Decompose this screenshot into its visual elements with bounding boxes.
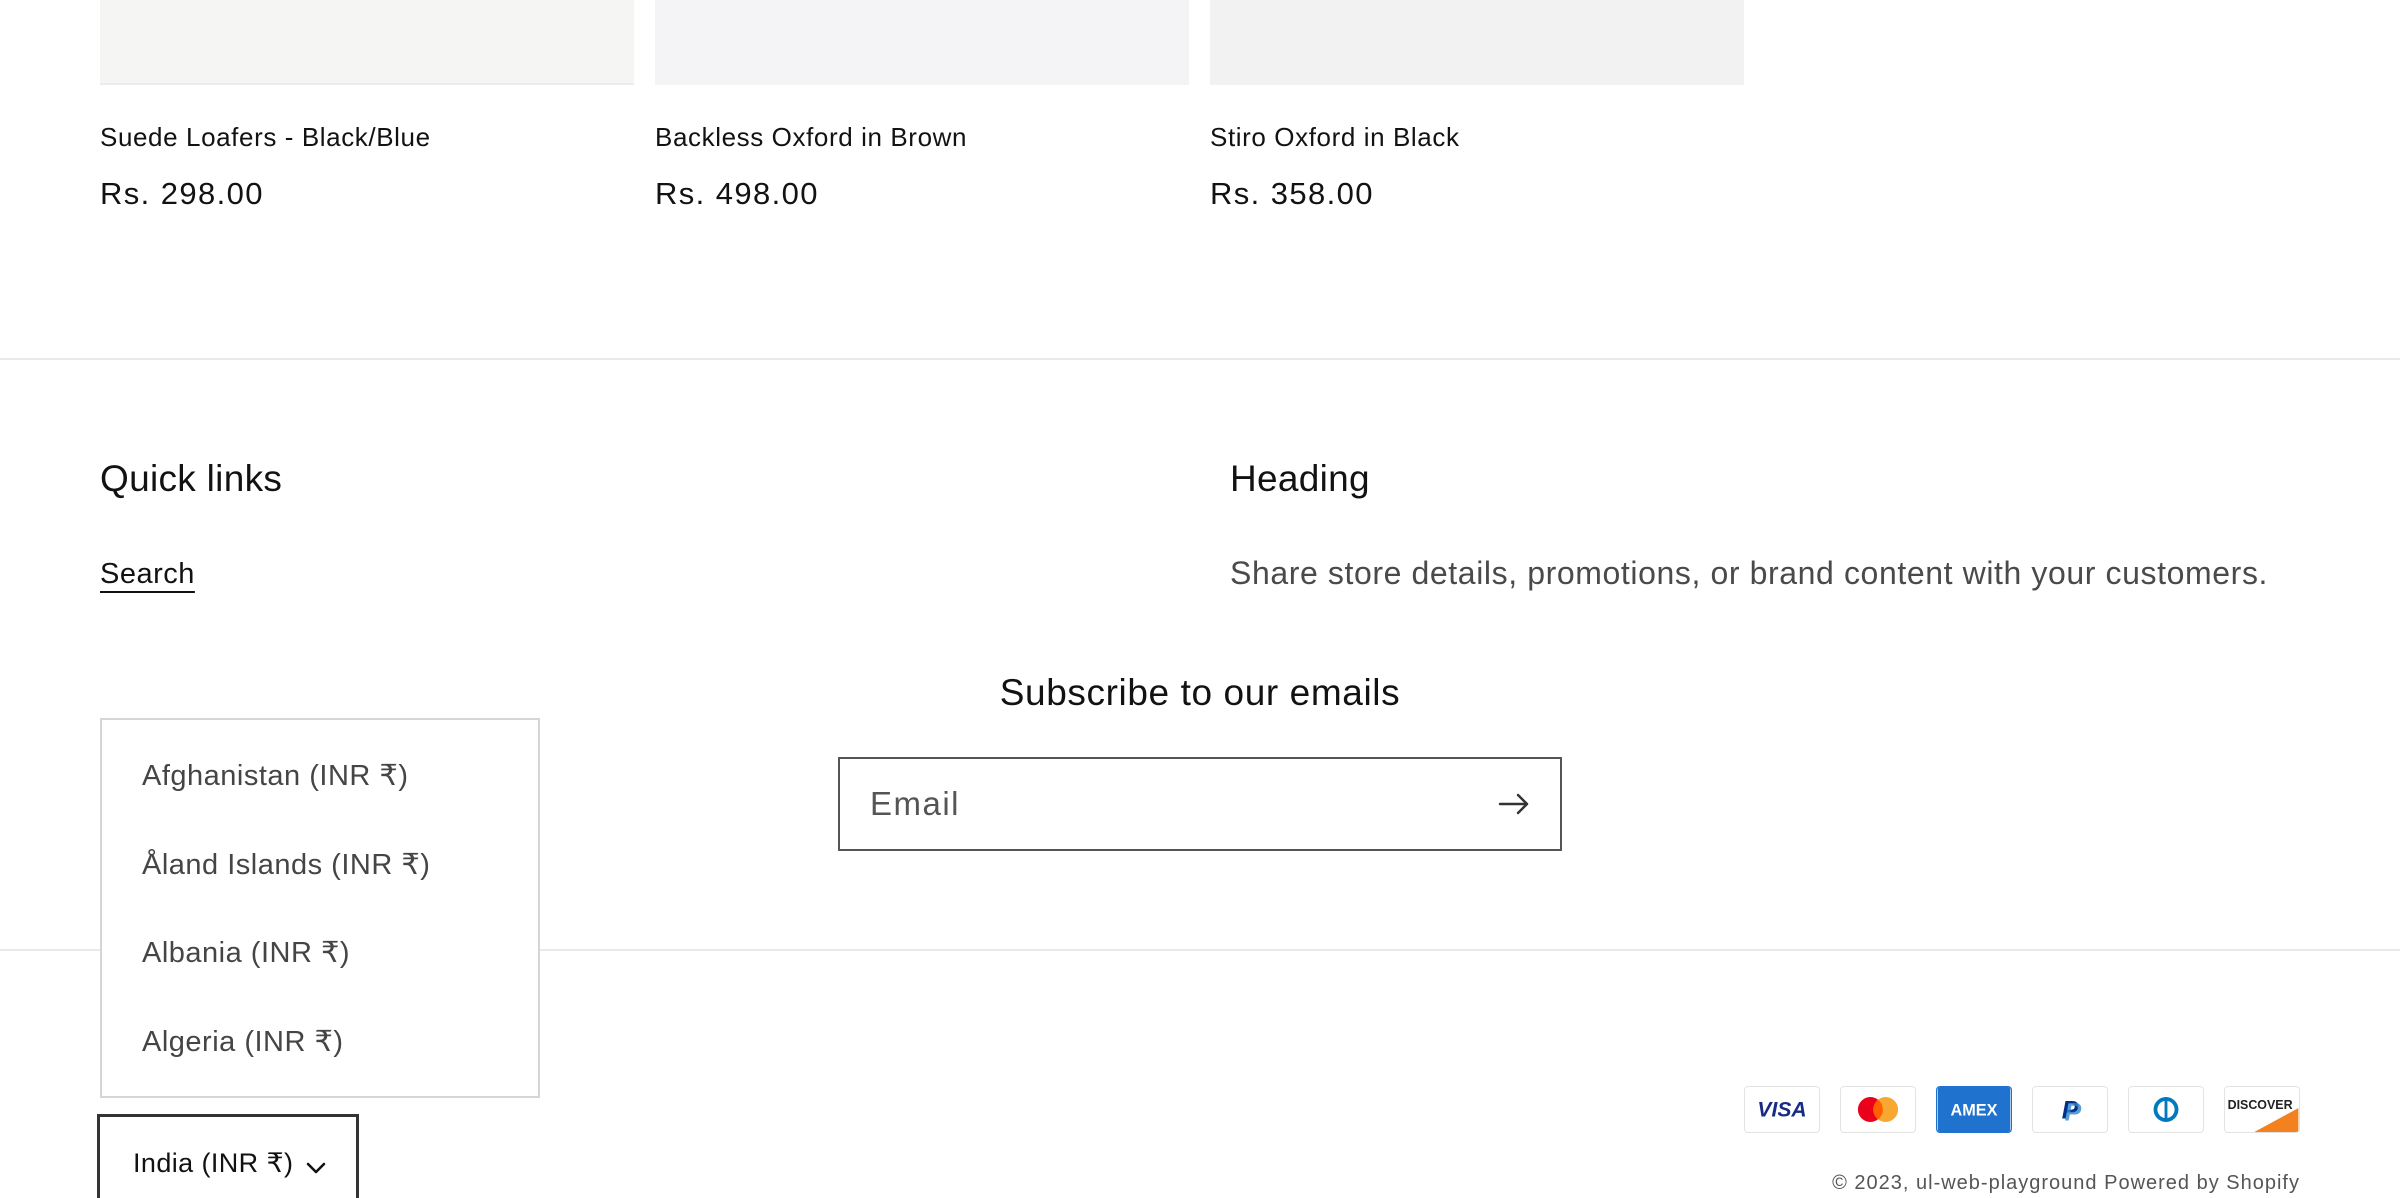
country-option[interactable]: Algeria (INR ₹) xyxy=(142,1024,344,1059)
product-title[interactable]: Backless Oxford in Brown xyxy=(655,122,967,153)
svg-text:P: P xyxy=(2065,1099,2082,1127)
mastercard-icon xyxy=(1840,1086,1916,1133)
paypal-icon: PP xyxy=(2032,1086,2108,1133)
copyright-text: © 2023, ul-web-playground Powered by Sho… xyxy=(1832,1172,2300,1194)
product-image[interactable] xyxy=(1210,0,1744,85)
arrow-right-icon[interactable] xyxy=(1496,786,1532,822)
country-selector-button[interactable]: India (INR ₹) xyxy=(97,1114,359,1198)
product-image[interactable] xyxy=(655,0,1189,85)
payment-icons: VISA AMEX PP DISCOVER xyxy=(1744,1086,2300,1134)
country-option[interactable]: Albania (INR ₹) xyxy=(142,935,350,970)
product-title[interactable]: Suede Loafers - Black/Blue xyxy=(100,122,431,153)
section-divider xyxy=(0,358,2400,360)
svg-text:AMEX: AMEX xyxy=(1951,1102,1998,1120)
country-option[interactable]: Afghanistan (INR ₹) xyxy=(142,758,409,793)
product-title[interactable]: Stiro Oxford in Black xyxy=(1210,122,1460,153)
diners-club-icon xyxy=(2128,1086,2204,1133)
newsletter-form xyxy=(838,757,1562,851)
visa-icon: VISA xyxy=(1744,1086,1820,1133)
brand-text: Share store details, promotions, or bran… xyxy=(1230,555,2269,591)
country-selected-label: India (INR ₹) xyxy=(133,1148,294,1178)
product-price: Rs. 298.00 xyxy=(100,176,264,211)
footer-link-search[interactable]: Search xyxy=(100,558,195,591)
amex-icon: AMEX xyxy=(1936,1086,2012,1133)
product-image[interactable] xyxy=(100,0,634,85)
newsletter-heading: Subscribe to our emails xyxy=(999,672,1401,713)
quick-links-heading: Quick links xyxy=(100,458,283,499)
chevron-down-icon xyxy=(305,1161,327,1175)
discover-icon: DISCOVER xyxy=(2224,1086,2300,1133)
svg-text:VISA: VISA xyxy=(1757,1099,1806,1122)
product-price: Rs. 358.00 xyxy=(1210,176,1374,211)
country-option[interactable]: Åland Islands (INR ₹) xyxy=(142,847,430,882)
svg-text:DISCOVER: DISCOVER xyxy=(2228,1098,2293,1112)
country-dropdown-list: Afghanistan (INR ₹) Åland Islands (INR ₹… xyxy=(100,718,540,1098)
product-price: Rs. 498.00 xyxy=(655,176,819,211)
email-input[interactable] xyxy=(840,759,1480,849)
brand-heading: Heading xyxy=(1230,458,1370,499)
